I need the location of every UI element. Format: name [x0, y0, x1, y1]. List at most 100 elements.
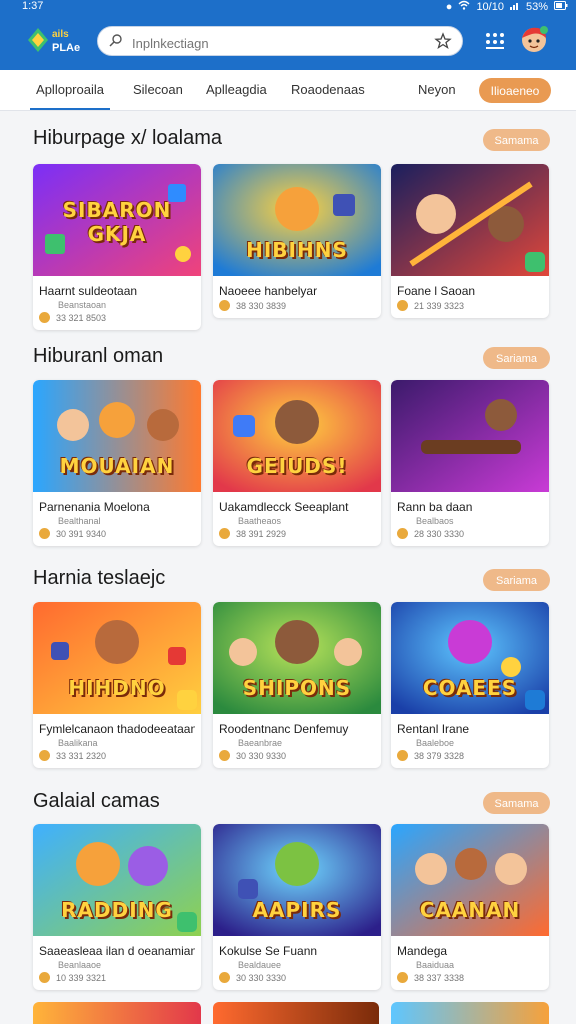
section-3: Harnia teslaejc Sariama HIHDNO Fymlelcan…: [0, 567, 576, 777]
card-title: Saaeasleaa ilan d oeanamian: [39, 944, 195, 958]
card-meta: 28 330 3330: [397, 528, 543, 539]
tab-3[interactable]: Aplleagdia: [206, 70, 267, 110]
coin-icon: [39, 528, 50, 539]
coin-icon: [219, 972, 230, 983]
card-meta: 30 391 9340: [39, 528, 195, 539]
game-thumbnail: COAEES: [391, 602, 549, 714]
section-see-all-button[interactable]: Sariama: [483, 569, 550, 591]
share-icon: [525, 690, 545, 710]
search-icon: [108, 33, 124, 54]
section-see-all-button[interactable]: Samama: [483, 129, 550, 151]
search-input[interactable]: [130, 31, 424, 55]
section-2: Hiburanl oman Sariama MOUAIAN Parnenania…: [0, 345, 576, 555]
search-bar[interactable]: [97, 26, 463, 56]
card-meta-text: 33 321 8503: [56, 312, 107, 323]
section-title: Harnia teslaejc: [33, 567, 166, 589]
card-meta-text: 38 337 3338: [414, 972, 465, 983]
game-card-partial[interactable]: [213, 1002, 379, 1024]
card-meta-text: 30 330 9330: [236, 750, 287, 761]
battery-icon: [554, 0, 568, 14]
game-card[interactable]: AAPIRS Kokulse Se Fuann Bealdauee 30 330…: [213, 824, 381, 990]
card-title: Uakamdlecck Seeaplant: [219, 500, 349, 514]
game-card[interactable]: SHIPONS Roodentnanc Denfemuy Baeanbrae 3…: [213, 602, 381, 768]
card-title: Roodentnanc Denfemuy: [219, 722, 349, 736]
avatar[interactable]: [518, 24, 550, 61]
game-card[interactable]: Rann ba daan Bealbaos 28 330 3330: [391, 380, 549, 546]
game-thumbnail: MOUAIAN: [33, 380, 201, 492]
game-card[interactable]: HIHDNO Fymlelcanaon thadodeeataan Baalik…: [33, 602, 201, 768]
section-4: Galaial camas Samama RADDING Saaeasleaa …: [0, 790, 576, 1024]
card-title: Haarnt suldeotaan: [39, 284, 138, 298]
card-subtitle: Bealbaos: [416, 516, 454, 526]
thumbnail-title: HIBIHNS: [246, 238, 348, 262]
card-title: Kokulse Se Fuann: [219, 944, 318, 958]
card-meta: 38 379 3328: [397, 750, 543, 761]
card-meta: 30 330 3330: [219, 972, 375, 983]
game-thumbnail: HIBIHNS: [213, 164, 381, 276]
game-card[interactable]: Foane l Saoan 21 339 3323: [391, 164, 549, 318]
game-card[interactable]: HIBIHNS Naoeee hanbelyar 38 330 3839: [213, 164, 381, 318]
thumbnail-title: SIBARON GKJA: [62, 198, 172, 246]
tab-2[interactable]: Silecoan: [133, 70, 183, 110]
game-thumbnail: GEIUDS!: [213, 380, 381, 492]
coin-icon: [39, 972, 50, 983]
game-card[interactable]: GEIUDS! Uakamdlecck Seeaplant Baatheaos …: [213, 380, 381, 546]
card-subtitle: Beanstaoan: [58, 300, 107, 310]
tab-5[interactable]: Neyon: [418, 70, 456, 110]
card-meta-text: 30 330 3330: [236, 972, 287, 983]
card-subtitle: Baalikana: [58, 738, 98, 748]
card-meta-text: 38 391 2929: [236, 528, 287, 539]
card-meta: 38 391 2929: [219, 528, 375, 539]
card-meta-text: 38 379 3328: [414, 750, 465, 761]
section-see-all-button[interactable]: Sariama: [483, 347, 550, 369]
thumbnail-title: HIHDNO: [68, 676, 166, 700]
card-title: Parnenania Moelona: [39, 500, 150, 514]
notification-icon: ●: [445, 0, 453, 13]
signal-text: 10/10: [476, 0, 504, 13]
tab-bar: Aplloproaila Silecoan Aplleagdia Roaoden…: [0, 70, 576, 111]
thumbnail-title: RADDING: [61, 898, 173, 922]
tab-action-button[interactable]: Ilioaeneo: [479, 78, 551, 103]
card-meta-text: 30 391 9340: [56, 528, 107, 539]
game-card[interactable]: CAANAN Mandega Baaiduaa 38 337 3338: [391, 824, 549, 990]
card-subtitle: Baaleboe: [416, 738, 455, 748]
bonus-icon: [177, 690, 197, 710]
card-title: Rentanl Irane: [397, 722, 470, 736]
check-icon: [177, 912, 197, 932]
star-icon[interactable]: [434, 32, 452, 55]
thumbnail-title: GEIUDS!: [246, 454, 348, 478]
card-meta: 38 330 3839: [219, 300, 375, 311]
game-card[interactable]: MOUAIAN Parnenania Moelona Bealthanal 30…: [33, 380, 201, 546]
game-card-partial[interactable]: [33, 1002, 201, 1024]
apps-grid-icon[interactable]: [483, 30, 507, 57]
section-see-all-button[interactable]: Samama: [483, 792, 550, 814]
tab-4[interactable]: Roaodenaas: [291, 70, 365, 110]
card-meta: 38 337 3338: [397, 972, 543, 983]
coin-icon: [39, 312, 50, 323]
section-1: Hiburpage x/ loalama Samama SIBARON GKJA…: [0, 127, 576, 337]
card-subtitle: Baaiduaa: [416, 960, 455, 970]
card-meta-text: 38 330 3839: [236, 300, 287, 311]
status-right: ● 10/10 53%: [446, 0, 568, 14]
game-card[interactable]: COAEES Rentanl Irane Baaleboe 38 379 332…: [391, 602, 549, 768]
coin-icon: [219, 750, 230, 761]
status-time: 1:37: [22, 0, 44, 12]
coin-icon: [397, 300, 408, 311]
game-card[interactable]: SIBARON GKJA Haarnt suldeotaan Beanstaoa…: [33, 164, 201, 330]
coin-icon: [219, 300, 230, 311]
svg-text:ails: ails: [52, 29, 69, 40]
tab-1[interactable]: Aplloproaila: [30, 70, 110, 110]
game-card[interactable]: RADDING Saaeasleaa ilan d oeanamian Bean…: [33, 824, 201, 990]
card-title: Foane l Saoan: [397, 284, 476, 298]
coin-icon: [219, 528, 230, 539]
section-title: Hiburanl oman: [33, 345, 164, 367]
card-subtitle: Baatheaos: [238, 516, 282, 526]
app-logo[interactable]: ails PLAe: [24, 22, 82, 58]
game-thumbnail: [391, 380, 549, 492]
app-header: ails PLAe: [0, 14, 576, 70]
card-title: Mandega: [397, 944, 448, 958]
game-card-partial[interactable]: [391, 1002, 549, 1024]
thumbnail-title: SHIPONS: [242, 676, 352, 700]
svg-text:PLAe: PLAe: [52, 42, 80, 54]
game-thumbnail: RADDING: [33, 824, 201, 936]
